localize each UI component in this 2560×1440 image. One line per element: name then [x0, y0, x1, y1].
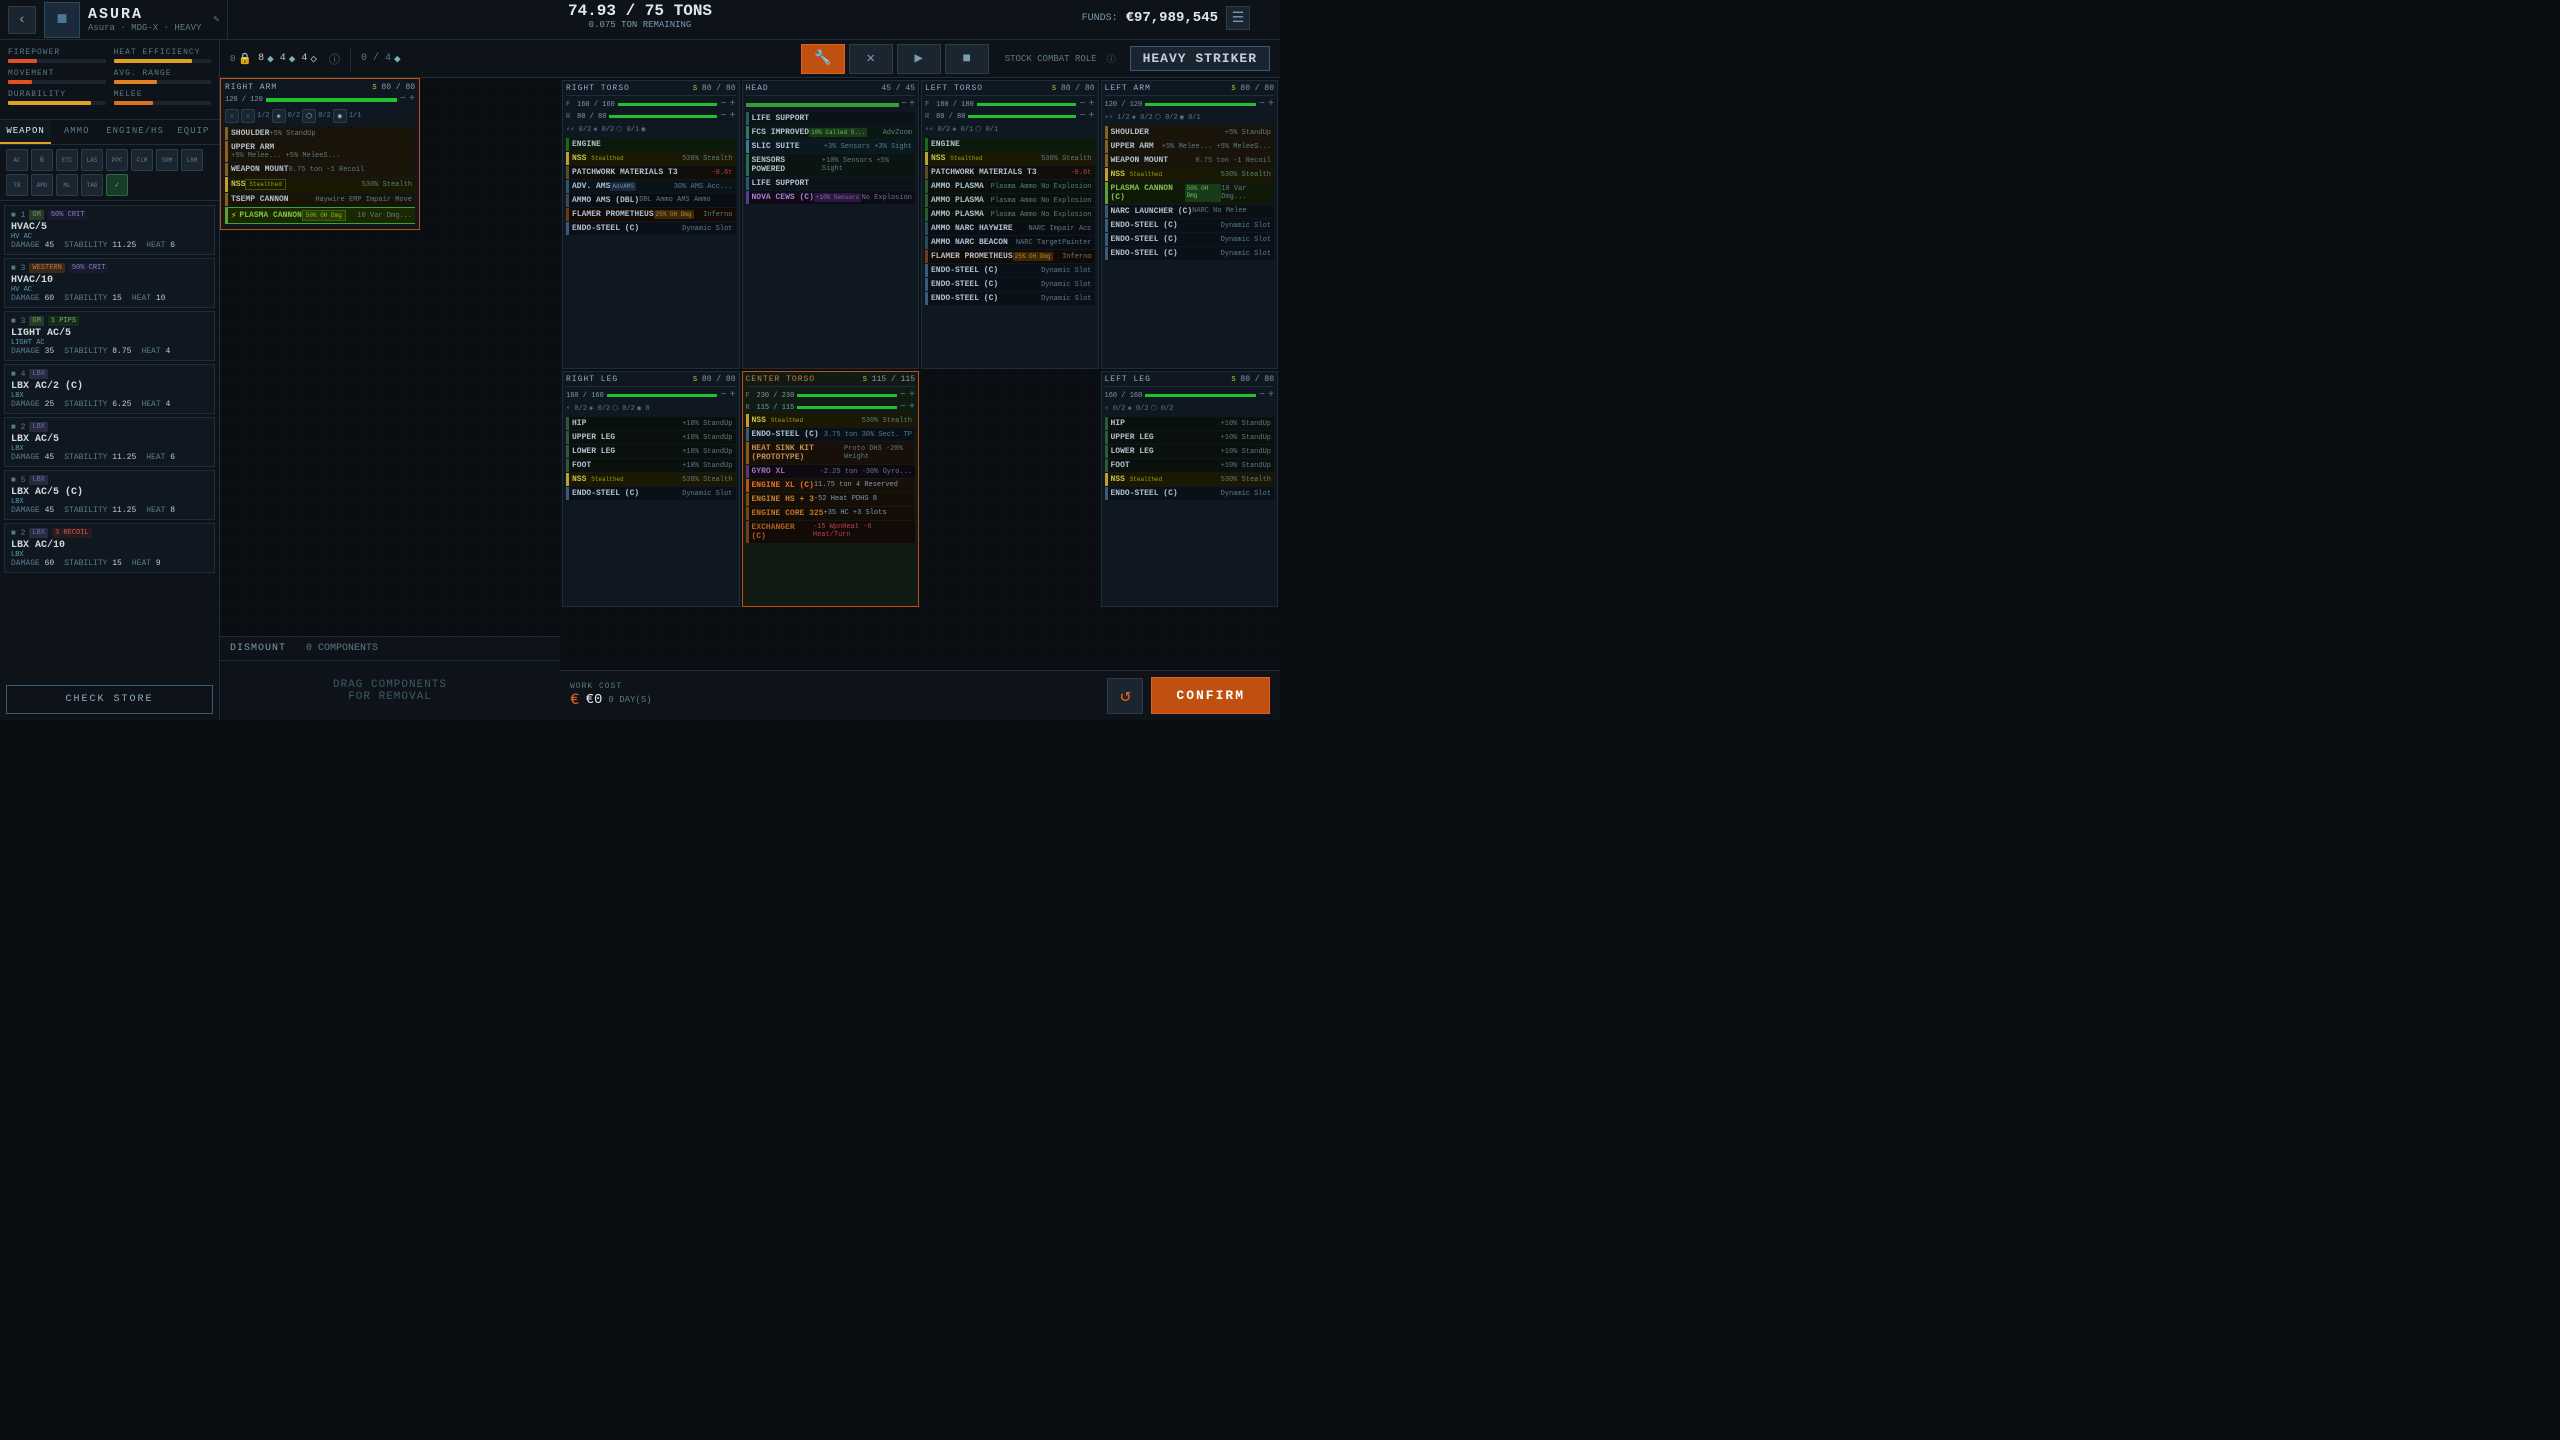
info-icon[interactable]: ⓘ: [329, 51, 340, 67]
slot-plasma-cannon[interactable]: ⚡ PLASMA CANNON 50% OH Dmg 10 Var Dmg...: [225, 207, 415, 224]
stats-section: FIREPOWER HEAT EFFICIENCY MOVEMENT AVG. …: [0, 40, 219, 120]
tonnage-block: 74.93 / 75 TONS 0.075 TON REMAINING: [568, 2, 712, 30]
role-value: HEAVY STRIKER: [1130, 46, 1270, 71]
drag-drop-area: DRAG COMPONENTS FOR REMOVAL: [220, 660, 560, 720]
slot-icon: ◈: [272, 109, 286, 123]
top-bar: ‹ ■ ASURA Asura · MDG-X · HEAVY ✎ 74.93 …: [0, 0, 1280, 40]
filter-las[interactable]: LAS: [81, 149, 103, 171]
slot-weapon-mount[interactable]: WEAPON MOUNT 0.75 ton -1 Recoil: [225, 163, 415, 176]
left-arm-panel: LEFT ARM S 80 / 80 120 / 120 −+ ⚡⚡ 1/2 ◈…: [1101, 80, 1279, 369]
mech-subtitle: Asura · MDG-X · HEAVY: [88, 23, 201, 33]
center-panel: 0 🔒 8 ◆ 4 ◆ 4 ◇ ⓘ 0 / 4 ◆ 🔧 ✕ ▶ ■: [220, 40, 1280, 720]
tab-ammo[interactable]: AMMO: [51, 120, 102, 144]
avg-range-stat: AVG. RANGE: [114, 69, 212, 84]
head-panel: HEAD 45 / 45 −+ LIFE SUPPORT FCS IMPROVE…: [742, 80, 920, 369]
icon-group-right2: 4 ◇: [301, 52, 317, 66]
filter-ml[interactable]: ML: [56, 174, 78, 196]
action-buttons: 🔧 ✕ ▶ ■: [801, 44, 989, 74]
tab-engine-hs[interactable]: ENGINE/HS: [102, 120, 168, 144]
dismount-button[interactable]: DISMOUNT: [230, 643, 286, 654]
left-panel: FIREPOWER HEAT EFFICIENCY MOVEMENT AVG. …: [0, 40, 220, 720]
mech-name-block: ASURA Asura · MDG-X · HEAVY: [88, 6, 201, 33]
filter-6[interactable]: 6: [31, 149, 53, 171]
tab-equip[interactable]: EQUIP: [168, 120, 219, 144]
filter-ac[interactable]: AC: [6, 149, 28, 171]
right-arm-floating-panel: RIGHT ARM S 80 / 80 120 / 120 − + ⚡ ⚡ 1/…: [220, 78, 420, 230]
left-torso-panel: LEFT TORSO S 80 / 80 F 180 / 180 −+ R 80…: [921, 80, 1099, 369]
funds-value: €97,989,545: [1126, 10, 1218, 26]
filter-srm[interactable]: SRM: [156, 149, 178, 171]
equip-slots: 0 / 4 ◆: [361, 52, 401, 66]
weapon-item[interactable]: ■ 4 LBX LBX AC/2 (C) LBX DAMAGE 25 STABI…: [4, 364, 215, 414]
back-button[interactable]: ‹: [8, 6, 36, 34]
separator: [350, 47, 351, 71]
firepower-stat: FIREPOWER: [8, 48, 106, 63]
slot-upper-arm[interactable]: UPPER ARM +5% Melee... +5% MeleeS...: [225, 141, 415, 162]
work-cost-block: WORK COST € €0 0 DAY(S): [570, 682, 652, 709]
slot-icon: ⚡: [225, 109, 239, 123]
menu-button[interactable]: ☰: [1226, 6, 1250, 30]
heat-efficiency-stat: HEAT EFFICIENCY: [114, 48, 212, 63]
spacer: [921, 371, 1099, 607]
undo-button[interactable]: ↺: [1107, 678, 1143, 714]
filter-icon-active[interactable]: ✓: [106, 174, 128, 196]
icon-group-mid: 8 ◆: [258, 52, 274, 66]
stock-role: STOCK COMBAT ROLE ⓘ: [1005, 52, 1116, 65]
slot-shoulder[interactable]: SHOULDER +5% StandUp: [225, 127, 415, 140]
slot-icon: ⚡: [241, 109, 255, 123]
filter-etc[interactable]: ETC: [56, 149, 78, 171]
mech-name: ASURA: [88, 6, 201, 23]
left-leg-panel: LEFT LEG S 80 / 80 160 / 160 −+ ⚡ 0/2 ◈ …: [1101, 371, 1279, 607]
check-store-button[interactable]: CHECK STORE: [6, 685, 213, 714]
tonnage-remaining: 0.075 TON REMAINING: [568, 20, 712, 30]
melee-stat: MELEE: [114, 90, 212, 105]
bottom-bar: WORK COST € €0 0 DAY(S) ↺ CONFIRM: [560, 670, 1280, 720]
filter-flm[interactable]: FLM: [131, 149, 153, 171]
mech-avatar: ■: [44, 2, 80, 38]
weapon-item[interactable]: ■ 2 LBX 3 RECOIL LBX AC/10 LBX DAMAGE 60…: [4, 523, 215, 573]
edit-icon[interactable]: ✎: [213, 14, 219, 26]
components-count: 0 COMPONENTS: [306, 643, 378, 654]
icon-bar: 0 🔒 8 ◆ 4 ◆ 4 ◇ ⓘ 0 / 4 ◆ 🔧 ✕ ▶ ■: [220, 40, 1280, 78]
icon-group-left: 0 🔒: [230, 52, 252, 66]
funds-label: FUNDS:: [1082, 13, 1118, 24]
icon-group-right1: 4 ◆: [280, 52, 296, 66]
filter-tb[interactable]: TB: [6, 174, 28, 196]
confirm-button[interactable]: CONFIRM: [1151, 677, 1270, 714]
weapon-list: ■ 1 GM 50% CRIT HVAC/5 HV AC DAMAGE 45 S…: [0, 201, 219, 679]
shield-icon-btn[interactable]: ▶: [897, 44, 941, 74]
slot-icon: ◉: [333, 109, 347, 123]
filter-ppc[interactable]: PPC: [106, 149, 128, 171]
tonnage-display: 74.93 / 75 TONS: [568, 2, 712, 20]
center-torso-panel: CENTER TORSO S 115 / 115 F 230 / 230 −+ …: [742, 371, 920, 607]
mech-info: ‹ ■ ASURA Asura · MDG-X · HEAVY ✎: [0, 0, 228, 39]
slot-nss[interactable]: NSS Stealthed 530% Stealth: [225, 177, 415, 192]
filter-row: AC 6 ETC LAS PPC FLM SRM LRM TB AMO ML T…: [0, 145, 219, 201]
mech-area: RIGHT ARM S 80 / 80 120 / 120 − + ⚡ ⚡ 1/…: [220, 78, 1280, 720]
durability-stat: DURABILITY: [8, 90, 106, 105]
weapon-item[interactable]: ■ 3 WESTERN 50% CRIT HVAC/10 HV AC DAMAG…: [4, 258, 215, 308]
drag-label: DRAG COMPONENTS FOR REMOVAL: [333, 679, 447, 703]
right-torso-panel: RIGHT TORSO S 80 / 80 F 160 / 160 −+ R 8…: [562, 80, 740, 369]
weapon-item[interactable]: ■ 1 GM 50% CRIT HVAC/5 HV AC DAMAGE 45 S…: [4, 205, 215, 255]
weapon-item[interactable]: ■ 3 GM 1 PIPS LIGHT AC/5 LIGHT AC DAMAGE…: [4, 311, 215, 361]
filter-lrm[interactable]: LRM: [181, 149, 203, 171]
right-leg-panel: RIGHT LEG S 80 / 80 160 / 160 −+ ⚡ 0/2 ◈…: [562, 371, 740, 607]
weapon-tabs: WEAPON AMMO ENGINE/HS EQUIP: [0, 120, 219, 145]
slot-icon: ⬡: [302, 109, 316, 123]
dismount-bar: DISMOUNT 0 COMPONENTS: [220, 636, 560, 660]
weapon-item[interactable]: ■ 2 LBX LBX AC/5 LBX DAMAGE 45 STABILITY…: [4, 417, 215, 467]
x-button[interactable]: ✕: [849, 44, 893, 74]
funds-block: FUNDS: €97,989,545 ☰: [1082, 6, 1250, 30]
shield-button[interactable]: ■: [945, 44, 989, 74]
slot-tsemp-cannon[interactable]: TSEMP CANNON Haywire EMP Impair Move: [225, 193, 415, 206]
filter-tag[interactable]: TAG: [81, 174, 103, 196]
weapon-item[interactable]: ■ 5 LBX LBX AC/5 (C) LBX DAMAGE 45 STABI…: [4, 470, 215, 520]
tab-weapon[interactable]: WEAPON: [0, 120, 51, 144]
wrench-button[interactable]: 🔧: [801, 44, 845, 74]
stock-role-info[interactable]: ⓘ: [1107, 52, 1116, 65]
filter-amo[interactable]: AMO: [31, 174, 53, 196]
component-grid: RIGHT TORSO S 80 / 80 F 160 / 160 −+ R 8…: [560, 78, 1280, 670]
movement-stat: MOVEMENT: [8, 69, 106, 84]
